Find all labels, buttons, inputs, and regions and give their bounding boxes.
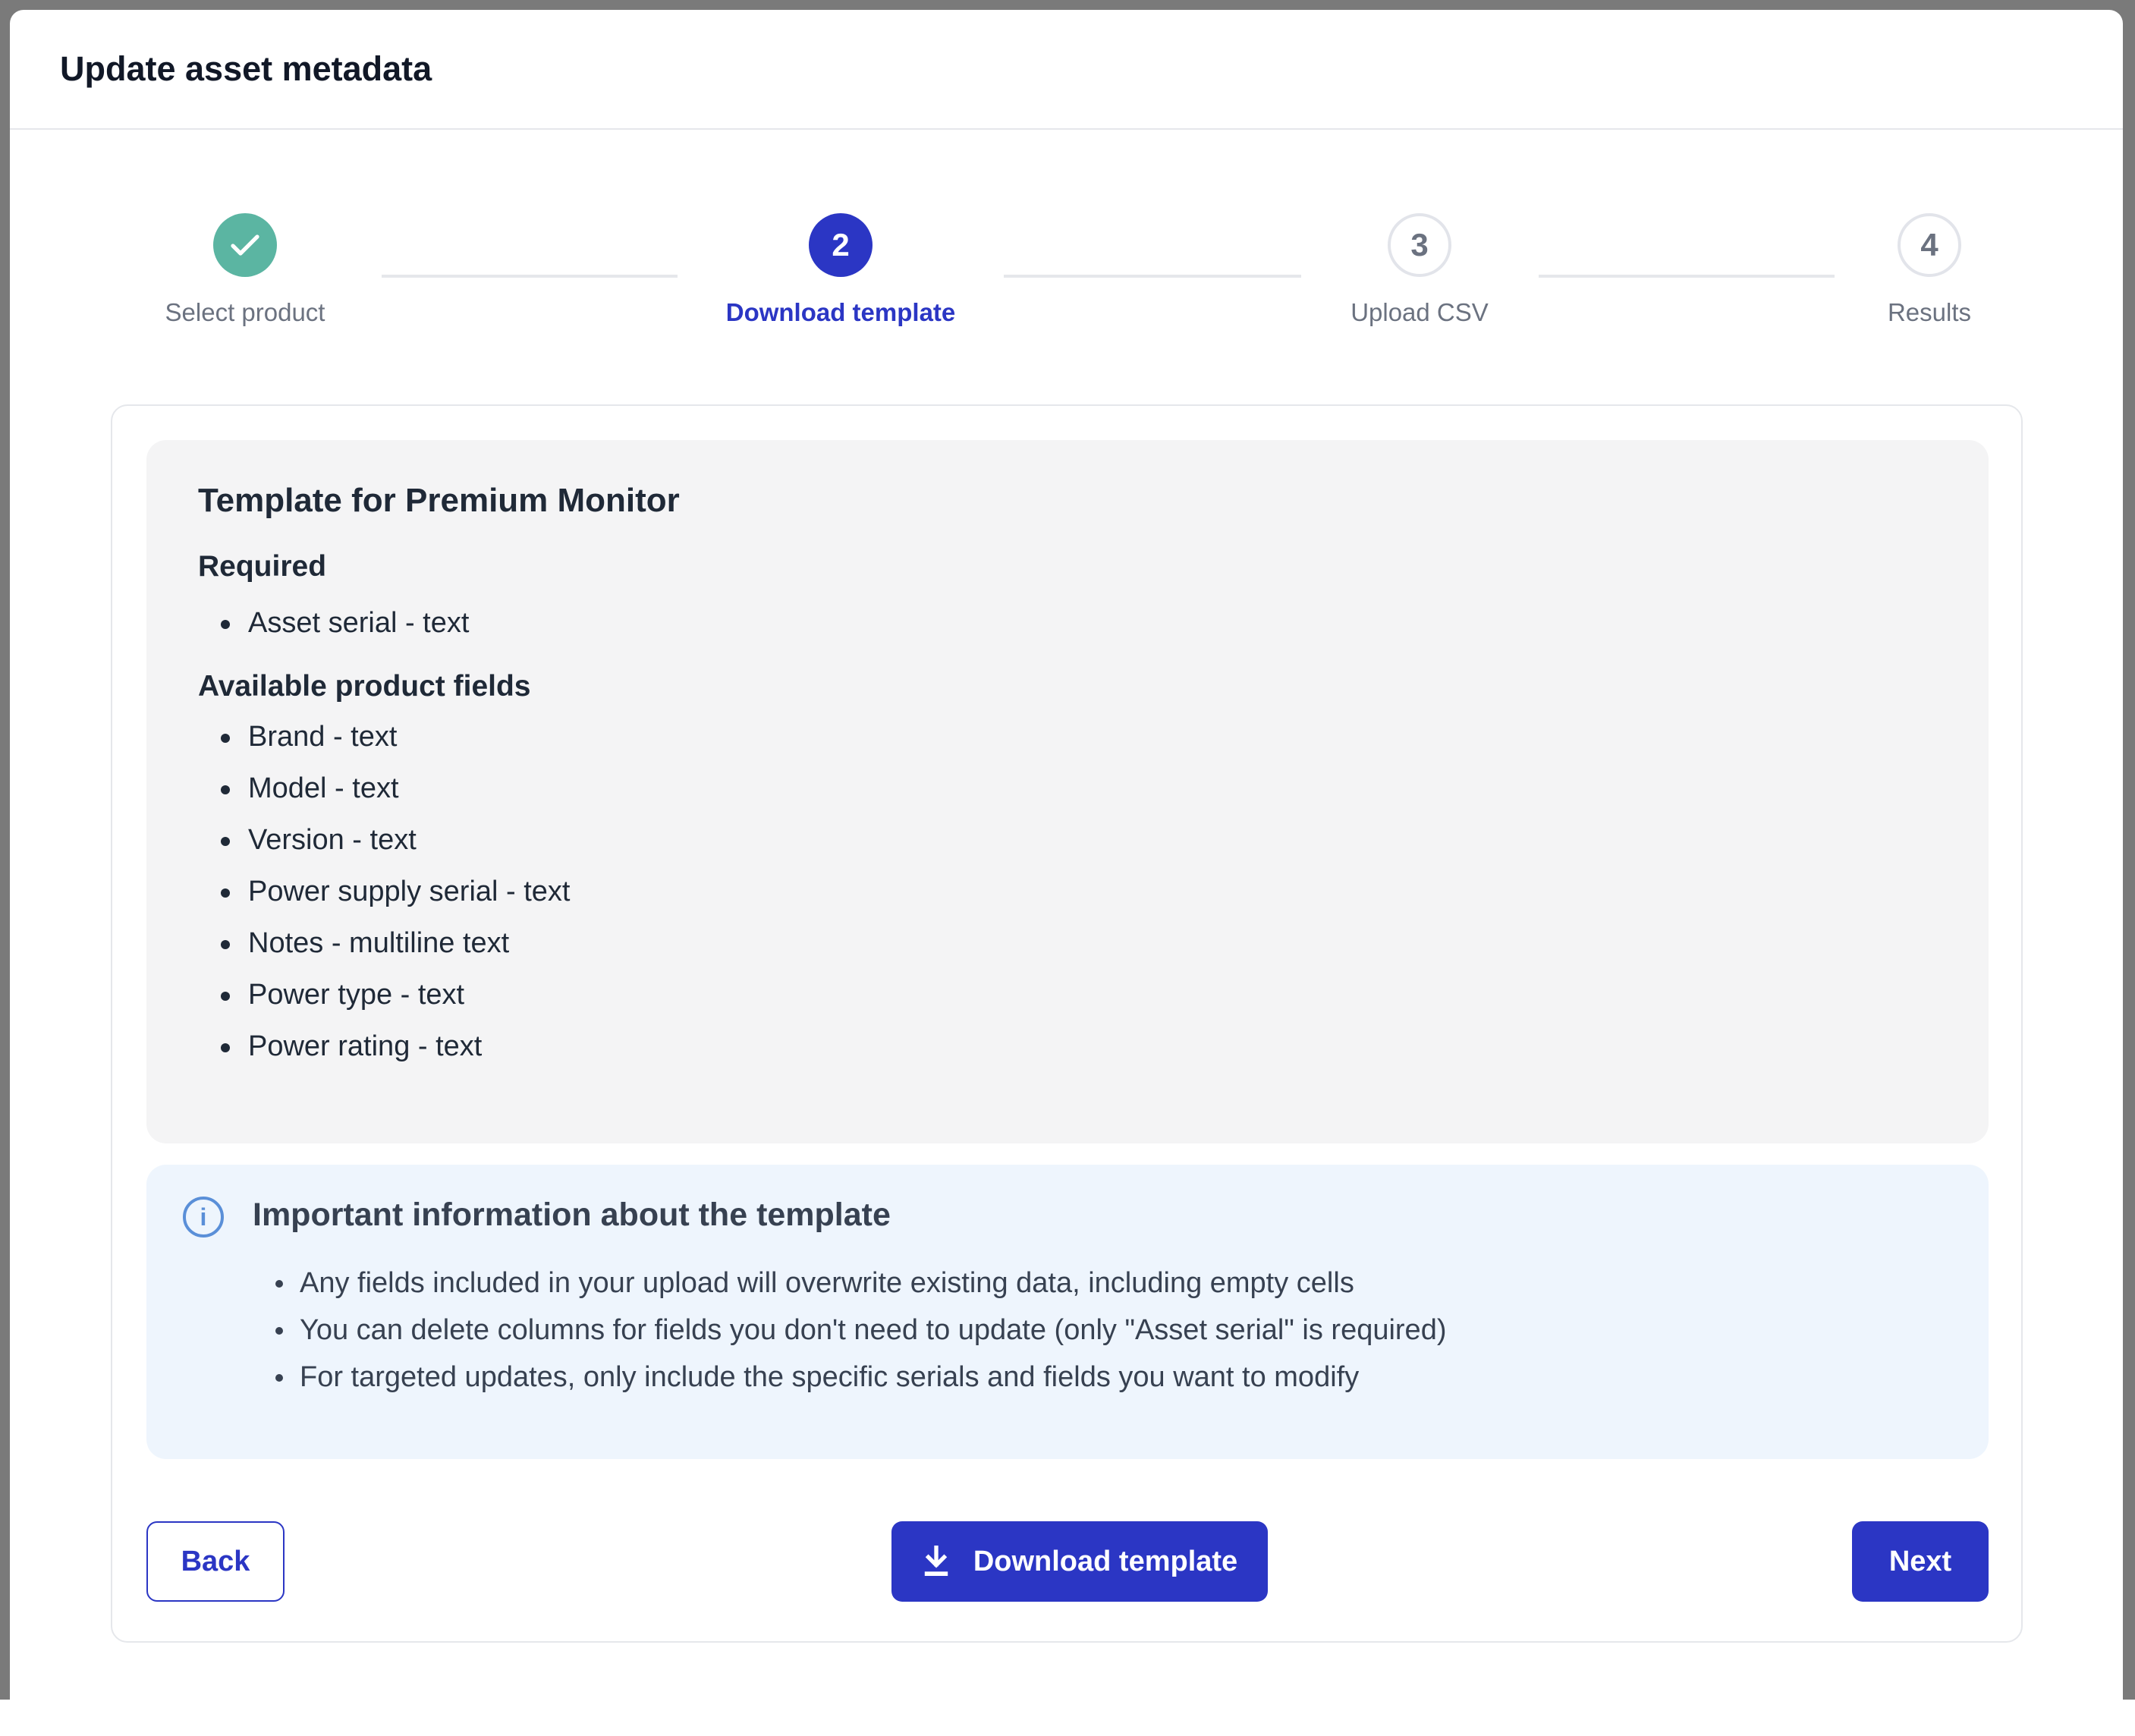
step-select-product: Select product	[93, 213, 397, 327]
available-fields-list: Brand - text Model - text Version - text…	[198, 711, 1937, 1072]
step-results: 4 Results	[1778, 213, 2081, 327]
step-label: Download template	[725, 298, 956, 326]
list-item: Notes - multiline text	[198, 917, 1937, 969]
info-list: Any fields included in your upload will …	[275, 1260, 1446, 1401]
list-item: Any fields included in your upload will …	[275, 1260, 1446, 1307]
required-fields-list: Asset serial - text	[198, 597, 1937, 649]
list-item: Power rating - text	[198, 1021, 1937, 1072]
next-button[interactable]: Next	[1852, 1521, 1989, 1602]
step-number: 3	[1388, 213, 1451, 277]
step-label: Select product	[165, 298, 325, 326]
step-connector	[382, 275, 678, 278]
list-item: Brand - text	[198, 711, 1937, 763]
required-heading: Required	[198, 550, 327, 583]
step-number: 4	[1898, 213, 1961, 277]
important-info-callout: i Important information about the templa…	[146, 1165, 1989, 1459]
template-title: Template for Premium Monitor	[198, 482, 680, 519]
step-upload-csv: 3 Upload CSV	[1268, 213, 1571, 327]
download-icon	[924, 1546, 948, 1576]
list-item: Version - text	[198, 814, 1937, 866]
step-number: 2	[809, 213, 873, 277]
download-template-button[interactable]: Download template	[891, 1521, 1268, 1602]
available-heading: Available product fields	[198, 670, 531, 703]
next-button-label: Next	[1888, 1545, 1952, 1577]
list-item: You can delete columns for fields you do…	[275, 1307, 1446, 1354]
step-connector	[1004, 275, 1301, 278]
update-metadata-modal: Update asset metadata Select product 2 D…	[10, 10, 2123, 1727]
list-item: Asset serial - text	[198, 597, 1937, 649]
list-item: Power type - text	[198, 969, 1937, 1021]
list-item: Power supply serial - text	[198, 866, 1937, 917]
list-item: For targeted updates, only include the s…	[275, 1354, 1446, 1401]
back-button[interactable]: Back	[146, 1521, 285, 1602]
modal-title: Update asset metadata	[60, 49, 432, 88]
step-label: Upload CSV	[1350, 298, 1489, 326]
template-fields-panel: Template for Premium Monitor Required As…	[146, 440, 1989, 1143]
back-button-label: Back	[181, 1545, 250, 1577]
info-title: Important information about the template	[253, 1197, 891, 1233]
stepper: Select product 2 Download template 3 Upl…	[10, 130, 2123, 418]
step-download-template: 2 Download template	[689, 213, 992, 327]
template-card: Template for Premium Monitor Required As…	[111, 404, 2023, 1643]
modal-header: Update asset metadata	[10, 10, 2123, 130]
download-button-label: Download template	[973, 1545, 1238, 1577]
check-icon	[213, 213, 277, 277]
info-icon: i	[183, 1197, 224, 1238]
step-label: Results	[1887, 298, 1972, 326]
list-item: Model - text	[198, 763, 1937, 814]
